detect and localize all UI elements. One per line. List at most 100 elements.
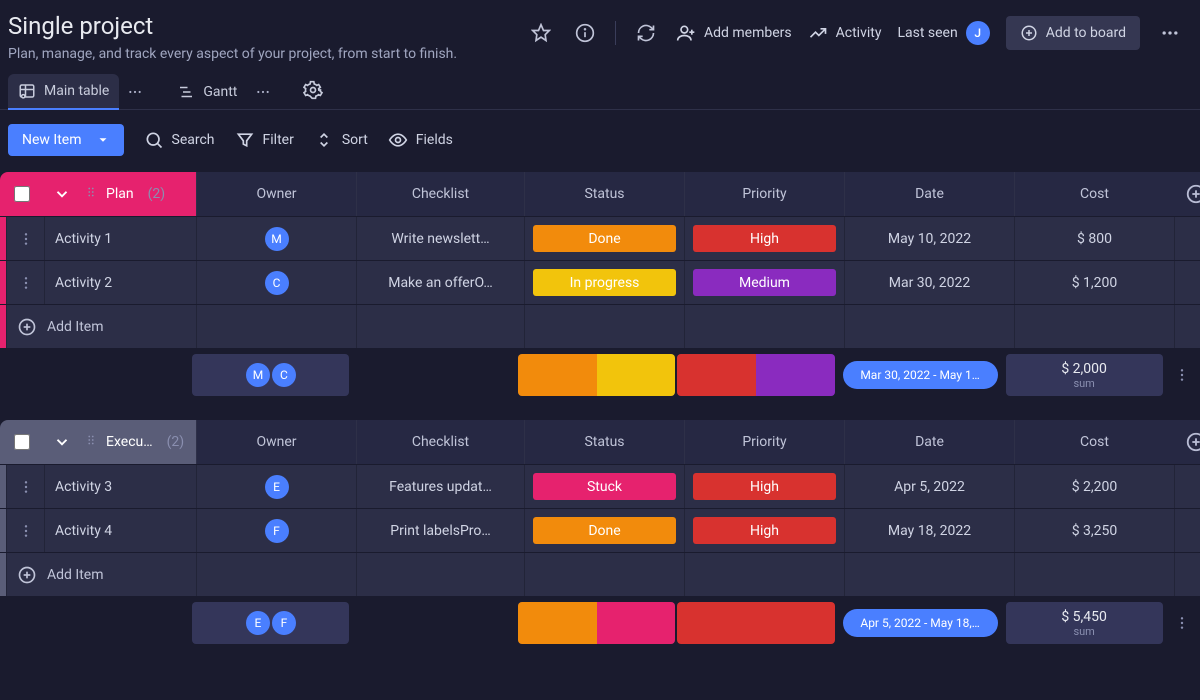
cell-priority[interactable]: High: [684, 465, 844, 508]
cell-date[interactable]: Apr 5, 2022: [844, 465, 1014, 508]
item-name[interactable]: Activity 1: [44, 217, 196, 260]
summary-owners[interactable]: MC: [192, 354, 349, 396]
add-members-button[interactable]: Add members: [676, 23, 792, 43]
summary-cost[interactable]: $ 5,450sum: [1006, 602, 1163, 644]
cell-status[interactable]: Stuck: [524, 465, 684, 508]
item-name[interactable]: Activity 4: [44, 509, 196, 552]
cell-owner[interactable]: C: [196, 261, 356, 304]
column-owner[interactable]: Owner: [196, 420, 356, 464]
search-button[interactable]: Search: [144, 130, 215, 150]
summary-status[interactable]: [518, 602, 675, 644]
item-name[interactable]: Activity 2: [44, 261, 196, 304]
tab-gantt-more-icon[interactable]: [251, 80, 275, 104]
refresh-icon[interactable]: [632, 19, 660, 47]
drag-icon[interactable]: [84, 185, 98, 203]
summary-checklist: [351, 354, 516, 396]
column-cost[interactable]: Cost: [1014, 420, 1174, 464]
column-priority[interactable]: Priority: [684, 420, 844, 464]
add-to-board-button[interactable]: Add to board: [1006, 16, 1140, 50]
group-name[interactable]: Plan: [106, 186, 134, 202]
cell-owner[interactable]: M: [196, 217, 356, 260]
tab-main-table[interactable]: Main table: [8, 74, 119, 110]
empty-cell: [1014, 305, 1174, 348]
cell-priority[interactable]: Medium: [684, 261, 844, 304]
cell-status[interactable]: Done: [524, 509, 684, 552]
cell-cost[interactable]: $ 2,200: [1014, 465, 1174, 508]
group-collapse[interactable]: [44, 185, 80, 203]
group-count: (2): [148, 186, 166, 202]
summary-priority[interactable]: [677, 602, 834, 644]
cell-status[interactable]: Done: [524, 217, 684, 260]
item-name[interactable]: Activity 3: [44, 465, 196, 508]
owner-avatar: E: [246, 611, 270, 635]
cell-checklist[interactable]: Make an offerO…: [356, 261, 524, 304]
cell-empty: [1174, 465, 1200, 508]
cell-checklist[interactable]: Print labelsPro…: [356, 509, 524, 552]
add-column-button[interactable]: [1174, 420, 1200, 464]
empty-cell: [1174, 553, 1200, 596]
add-item-button[interactable]: Add Item: [6, 553, 196, 596]
cell-cost[interactable]: $ 3,250: [1014, 509, 1174, 552]
summary-date[interactable]: Mar 30, 2022 - May 1…: [837, 354, 1004, 396]
group-checkbox[interactable]: [0, 186, 44, 202]
summary-cost[interactable]: $ 2,000sum: [1006, 354, 1163, 396]
cell-empty: [1174, 261, 1200, 304]
empty-cell: [196, 553, 356, 596]
column-checklist[interactable]: Checklist: [356, 420, 524, 464]
sort-label: Sort: [342, 132, 368, 148]
column-cost[interactable]: Cost: [1014, 172, 1174, 216]
summary-more-icon[interactable]: [1165, 602, 1200, 644]
last-seen[interactable]: Last seen J: [897, 21, 989, 45]
add-members-label: Add members: [704, 25, 792, 41]
new-item-button[interactable]: New Item: [8, 124, 124, 156]
cell-owner[interactable]: E: [196, 465, 356, 508]
cell-cost[interactable]: $ 800: [1014, 217, 1174, 260]
group-collapse[interactable]: [44, 433, 80, 451]
cell-owner[interactable]: F: [196, 509, 356, 552]
cell-checklist[interactable]: Features updat…: [356, 465, 524, 508]
summary-more-icon[interactable]: [1165, 354, 1200, 396]
tab-gantt[interactable]: Gantt: [167, 75, 247, 109]
add-column-button[interactable]: [1174, 172, 1200, 216]
star-icon[interactable]: [527, 19, 555, 47]
column-checklist[interactable]: Checklist: [356, 172, 524, 216]
column-priority[interactable]: Priority: [684, 172, 844, 216]
last-seen-label: Last seen: [897, 25, 957, 41]
cell-priority[interactable]: High: [684, 509, 844, 552]
cell-status[interactable]: In progress: [524, 261, 684, 304]
column-status[interactable]: Status: [524, 172, 684, 216]
activity-button[interactable]: Activity: [808, 23, 882, 43]
table-icon: [18, 82, 36, 100]
cell-date[interactable]: May 18, 2022: [844, 509, 1014, 552]
row-menu-icon[interactable]: [6, 261, 44, 304]
tab-main-table-more-icon[interactable]: [123, 80, 147, 104]
more-icon[interactable]: [1156, 19, 1184, 47]
row-menu-icon[interactable]: [6, 217, 44, 260]
drag-icon[interactable]: [84, 433, 98, 451]
view-settings-icon[interactable]: [303, 80, 323, 104]
info-icon[interactable]: [571, 19, 599, 47]
summary-priority[interactable]: [677, 354, 834, 396]
group-checkbox[interactable]: [0, 434, 44, 450]
summary-owners[interactable]: EF: [192, 602, 349, 644]
summary-status[interactable]: [518, 354, 675, 396]
group-name[interactable]: Execu…: [106, 434, 153, 450]
column-date[interactable]: Date: [844, 172, 1014, 216]
row-menu-icon[interactable]: [6, 465, 44, 508]
fields-button[interactable]: Fields: [388, 130, 453, 150]
cell-date[interactable]: May 10, 2022: [844, 217, 1014, 260]
filter-icon: [235, 130, 255, 150]
column-date[interactable]: Date: [844, 420, 1014, 464]
add-item-button[interactable]: Add Item: [6, 305, 196, 348]
cell-checklist[interactable]: Write newslett…: [356, 217, 524, 260]
row-menu-icon[interactable]: [6, 509, 44, 552]
empty-cell: [844, 305, 1014, 348]
cell-priority[interactable]: High: [684, 217, 844, 260]
summary-date[interactable]: Apr 5, 2022 - May 18,…: [837, 602, 1004, 644]
cell-cost[interactable]: $ 1,200: [1014, 261, 1174, 304]
column-status[interactable]: Status: [524, 420, 684, 464]
column-owner[interactable]: Owner: [196, 172, 356, 216]
filter-button[interactable]: Filter: [235, 130, 294, 150]
cell-date[interactable]: Mar 30, 2022: [844, 261, 1014, 304]
sort-button[interactable]: Sort: [314, 130, 368, 150]
